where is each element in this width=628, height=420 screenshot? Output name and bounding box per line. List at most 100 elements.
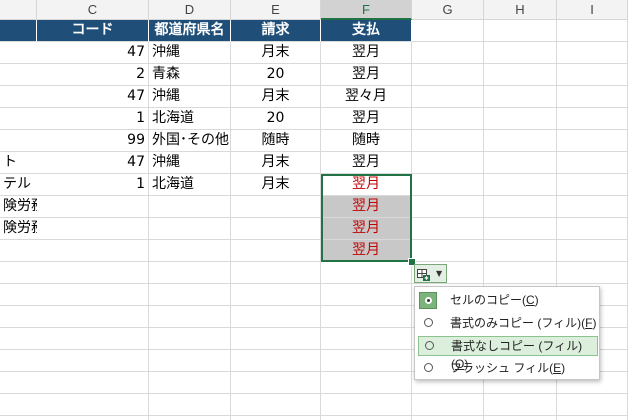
- cell-billing[interactable]: [231, 372, 321, 394]
- cell-payment[interactable]: [321, 328, 412, 350]
- cell[interactable]: [557, 20, 628, 42]
- column-header-i[interactable]: I: [557, 0, 628, 20]
- cell-prefecture[interactable]: [149, 196, 231, 218]
- cell-prefecture[interactable]: [149, 372, 231, 394]
- cell-b[interactable]: [0, 130, 37, 152]
- column-header-f[interactable]: F: [321, 0, 412, 20]
- cell[interactable]: [484, 394, 557, 416]
- cell-prefecture[interactable]: 外国･その他: [149, 130, 231, 152]
- cell-b[interactable]: [0, 262, 37, 284]
- cell-payment[interactable]: [321, 394, 412, 416]
- cell-billing[interactable]: [231, 218, 321, 240]
- cell[interactable]: [484, 130, 557, 152]
- cell[interactable]: [484, 240, 557, 262]
- cell[interactable]: [484, 86, 557, 108]
- table-header-cell-b[interactable]: [0, 20, 37, 42]
- cell-b[interactable]: [0, 42, 37, 64]
- cell-prefecture[interactable]: [149, 328, 231, 350]
- cell-prefecture[interactable]: [149, 262, 231, 284]
- cell[interactable]: [484, 174, 557, 196]
- table-header-prefecture[interactable]: 都道府県名: [149, 20, 231, 42]
- cell-payment[interactable]: 翌月: [321, 42, 412, 64]
- cell-prefecture[interactable]: 青森: [149, 64, 231, 86]
- cell[interactable]: [484, 108, 557, 130]
- cell-payment[interactable]: 翌月: [321, 196, 412, 218]
- cell-b[interactable]: [0, 86, 37, 108]
- cell-prefecture[interactable]: 北海道: [149, 174, 231, 196]
- cell[interactable]: [412, 86, 484, 108]
- cell[interactable]: [412, 218, 484, 240]
- cell[interactable]: [412, 416, 484, 420]
- cell-b[interactable]: [0, 372, 37, 394]
- cell[interactable]: [484, 64, 557, 86]
- cell[interactable]: [557, 42, 628, 64]
- cell[interactable]: [412, 394, 484, 416]
- column-header-h[interactable]: H: [484, 0, 557, 20]
- cell-billing[interactable]: [231, 196, 321, 218]
- cell-b[interactable]: ト: [0, 152, 37, 174]
- cell-payment[interactable]: 翌月: [321, 152, 412, 174]
- cell-code[interactable]: [37, 306, 149, 328]
- cell[interactable]: [557, 152, 628, 174]
- cell-b[interactable]: テル: [0, 174, 37, 196]
- autofill-options-button[interactable]: ▼: [414, 264, 447, 283]
- cell-code[interactable]: [37, 240, 149, 262]
- cell-prefecture[interactable]: [149, 416, 231, 420]
- cell[interactable]: [557, 218, 628, 240]
- cell-payment[interactable]: 翌月: [321, 240, 412, 262]
- cell[interactable]: [557, 196, 628, 218]
- cell-billing[interactable]: 月末: [231, 42, 321, 64]
- cell-prefecture[interactable]: [149, 306, 231, 328]
- cell-code[interactable]: [37, 196, 149, 218]
- cell[interactable]: [412, 196, 484, 218]
- cell[interactable]: [557, 262, 628, 284]
- cell[interactable]: [557, 64, 628, 86]
- cell-b[interactable]: [0, 416, 37, 420]
- cell-payment[interactable]: 翌月: [321, 108, 412, 130]
- cell-code[interactable]: [37, 350, 149, 372]
- cell[interactable]: [484, 416, 557, 420]
- cell-payment[interactable]: 翌月: [321, 174, 412, 196]
- column-header-d[interactable]: D: [149, 0, 231, 20]
- table-header-billing[interactable]: 請求: [231, 20, 321, 42]
- cell-code[interactable]: [37, 218, 149, 240]
- cell-billing[interactable]: [231, 328, 321, 350]
- cell-payment[interactable]: [321, 306, 412, 328]
- cell[interactable]: [484, 20, 557, 42]
- cell-billing[interactable]: [231, 262, 321, 284]
- cell-billing[interactable]: 随時: [231, 130, 321, 152]
- cell-payment[interactable]: [321, 372, 412, 394]
- cell[interactable]: [412, 174, 484, 196]
- cell-prefecture[interactable]: 沖縄: [149, 152, 231, 174]
- cell-payment[interactable]: [321, 350, 412, 372]
- cell[interactable]: [484, 218, 557, 240]
- cell[interactable]: [412, 240, 484, 262]
- cell-payment[interactable]: 翌々月: [321, 86, 412, 108]
- cell-billing[interactable]: 月末: [231, 152, 321, 174]
- menu-item-copy-cells[interactable]: セルのコピー(C): [418, 291, 598, 311]
- cell[interactable]: [557, 174, 628, 196]
- cell-payment[interactable]: [321, 262, 412, 284]
- cell-prefecture[interactable]: [149, 284, 231, 306]
- cell-payment[interactable]: 随時: [321, 130, 412, 152]
- menu-item-fill-without-formatting[interactable]: 書式なしコピー (フィル)(O): [418, 336, 598, 371]
- cell-billing[interactable]: 20: [231, 64, 321, 86]
- column-header-c[interactable]: C: [37, 0, 149, 20]
- cell-prefecture[interactable]: 北海道: [149, 108, 231, 130]
- cell-b[interactable]: [0, 64, 37, 86]
- cell[interactable]: [484, 196, 557, 218]
- cell[interactable]: [412, 20, 484, 42]
- cell-payment[interactable]: [321, 416, 412, 420]
- cell-billing[interactable]: 月末: [231, 174, 321, 196]
- cell[interactable]: [412, 42, 484, 64]
- cell-payment[interactable]: [321, 284, 412, 306]
- cell[interactable]: [412, 64, 484, 86]
- cell-code[interactable]: 1: [37, 174, 149, 196]
- cell-code[interactable]: [37, 416, 149, 420]
- cell-code[interactable]: 1: [37, 108, 149, 130]
- cell-code[interactable]: [37, 372, 149, 394]
- cell-code[interactable]: 2: [37, 64, 149, 86]
- cell-billing[interactable]: [231, 394, 321, 416]
- cell-code[interactable]: 47: [37, 86, 149, 108]
- cell[interactable]: [412, 108, 484, 130]
